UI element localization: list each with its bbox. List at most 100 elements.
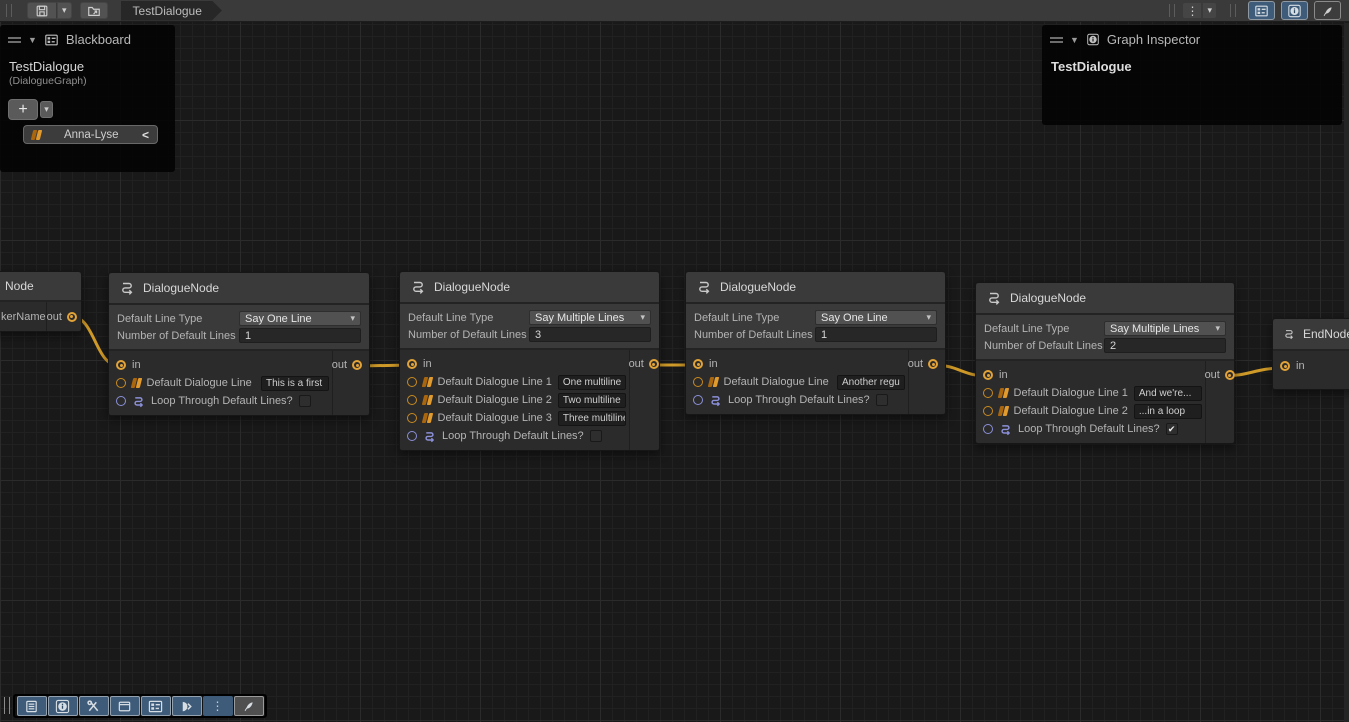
drag-handle-icon[interactable] [8, 36, 21, 44]
collapse-arrow-icon[interactable]: ▼ [28, 35, 37, 45]
prop-label: Number of Default Lines [694, 329, 815, 341]
quill-icon [242, 699, 256, 713]
toggle-dialogue-preview-button[interactable] [172, 696, 202, 716]
out-port[interactable] [928, 359, 938, 369]
node-header[interactable]: DialogueNode [976, 283, 1234, 315]
in-port-label: in [999, 369, 1008, 381]
toggle-inspector-button[interactable] [48, 696, 78, 716]
dialogue-line-icon [423, 395, 432, 405]
loop-checkbox[interactable] [876, 394, 888, 406]
dialogue-line-port[interactable] [407, 395, 417, 405]
node-title: DialogueNode [434, 280, 510, 294]
in-port[interactable] [983, 370, 993, 380]
start-node[interactable]: Node kerName out [0, 271, 82, 332]
loop-checkbox[interactable] [299, 395, 311, 407]
info-icon [1086, 33, 1100, 46]
dialogue-line-icon [423, 377, 432, 387]
node-header[interactable]: DialogueNode [109, 273, 369, 305]
dialogue-line-port[interactable] [693, 377, 703, 387]
toggle-console-button[interactable] [17, 696, 47, 716]
loop-port[interactable] [116, 396, 126, 406]
save-dropdown-button[interactable]: ▾ [57, 2, 72, 19]
end-node[interactable]: EndNode in [1272, 318, 1349, 390]
dialogue-node-4[interactable]: DialogueNode Default Line Type Say Multi… [975, 282, 1235, 444]
dialogue-line-input[interactable]: One multiline [558, 375, 626, 390]
chevron-left-icon[interactable]: < [142, 128, 149, 142]
node-header[interactable]: DialogueNode [686, 272, 945, 304]
in-port[interactable] [1280, 361, 1290, 371]
dialogue-line-input[interactable]: Another regu [837, 375, 905, 390]
end-node-header[interactable]: EndNode [1273, 319, 1349, 351]
line-type-dropdown[interactable]: Say Multiple Lines ▾ [1104, 321, 1226, 336]
toolbar-grip[interactable] [1169, 4, 1175, 17]
collapse-arrow-icon[interactable]: ▼ [1070, 35, 1079, 45]
blackboard-field-anna-lyse[interactable]: Anna-Lyse < [23, 125, 158, 144]
add-property-dropdown-button[interactable]: ▾ [40, 101, 53, 118]
dialogue-line-input[interactable]: Two multiline [558, 393, 626, 408]
out-port-label: out [908, 358, 923, 370]
line-type-dropdown[interactable]: Say One Line ▾ [815, 310, 937, 325]
toggle-window-button[interactable] [110, 696, 140, 716]
in-port[interactable] [407, 359, 417, 369]
loop-label: Loop Through Default Lines? [151, 395, 293, 407]
dialogue-line-input[interactable]: ...in a loop [1134, 404, 1202, 419]
dialogue-line-port[interactable] [407, 377, 417, 387]
loop-port[interactable] [693, 395, 703, 405]
tab-testdialogue[interactable]: TestDialogue [121, 1, 222, 21]
dialogue-line-port[interactable] [407, 413, 417, 423]
toggle-quill-button[interactable] [234, 696, 264, 716]
dialogue-line-port[interactable] [116, 378, 126, 388]
dialogue-line-input[interactable]: And we're... [1134, 386, 1202, 401]
in-port-label: in [132, 359, 141, 371]
save-button[interactable] [27, 2, 57, 19]
in-port[interactable] [693, 359, 703, 369]
start-node-header[interactable]: Node [0, 272, 81, 302]
drag-handle-icon[interactable] [1050, 36, 1063, 44]
num-lines-input[interactable]: 1 [815, 327, 937, 342]
dialogue-node-3[interactable]: DialogueNode Default Line Type Say One L… [685, 271, 946, 415]
num-lines-input[interactable]: 1 [239, 328, 361, 343]
dialogue-node-2[interactable]: DialogueNode Default Line Type Say Multi… [399, 271, 660, 451]
num-lines-input[interactable]: 2 [1104, 338, 1226, 353]
toggle-quill-button[interactable] [1314, 1, 1341, 20]
dialogue-node-1[interactable]: DialogueNode Default Line Type Say One L… [108, 272, 370, 416]
in-port[interactable] [116, 360, 126, 370]
options-dropdown-button[interactable]: ▾ [1202, 2, 1217, 19]
out-port[interactable] [1225, 370, 1235, 380]
graph-inspector-header[interactable]: ▼ Graph Inspector [1042, 25, 1342, 51]
loop-checkbox[interactable]: ✔ [1166, 423, 1178, 435]
toolbar-grip[interactable] [6, 4, 12, 17]
line-type-dropdown[interactable]: Say One Line ▾ [239, 311, 361, 326]
bottom-toolbar-grip[interactable] [4, 697, 10, 714]
blackboard-header[interactable]: ▼ Blackboard [0, 25, 175, 51]
more-options-button[interactable]: ⋮ [203, 696, 233, 716]
toggle-blackboard-button[interactable] [141, 696, 171, 716]
dialogue-line-port[interactable] [983, 388, 993, 398]
node-header[interactable]: DialogueNode [400, 272, 659, 304]
options-kebab-button[interactable]: ⋮ [1182, 2, 1202, 19]
out-port[interactable] [352, 360, 362, 370]
toggle-graph-inspector-button[interactable] [1281, 1, 1308, 20]
loop-checkbox[interactable] [590, 430, 602, 442]
loop-port[interactable] [983, 424, 993, 434]
toggle-tools-button[interactable] [79, 696, 109, 716]
open-asset-button[interactable] [80, 2, 108, 19]
dialogue-line-icon [423, 413, 432, 423]
inspector-graph-name: TestDialogue [1042, 51, 1342, 74]
line-type-dropdown[interactable]: Say Multiple Lines ▾ [529, 310, 651, 325]
dialogue-line-port[interactable] [983, 406, 993, 416]
out-port[interactable] [67, 312, 77, 322]
info-icon [55, 699, 70, 714]
dialogue-line-input[interactable]: Three multiline [558, 411, 626, 426]
dialogue-line-input[interactable]: This is a first [261, 376, 329, 391]
tab-label: TestDialogue [133, 4, 202, 18]
loop-port[interactable] [407, 431, 417, 441]
in-port-label: in [709, 358, 718, 370]
toggle-blackboard-button[interactable] [1248, 1, 1275, 20]
chevron-down-icon: ▾ [44, 105, 49, 114]
num-lines-input[interactable]: 3 [529, 327, 651, 342]
add-property-button[interactable]: + [8, 99, 38, 120]
toolbar-grip[interactable] [1230, 4, 1236, 17]
out-port[interactable] [649, 359, 659, 369]
chevron-down-icon: ▾ [1207, 6, 1212, 15]
